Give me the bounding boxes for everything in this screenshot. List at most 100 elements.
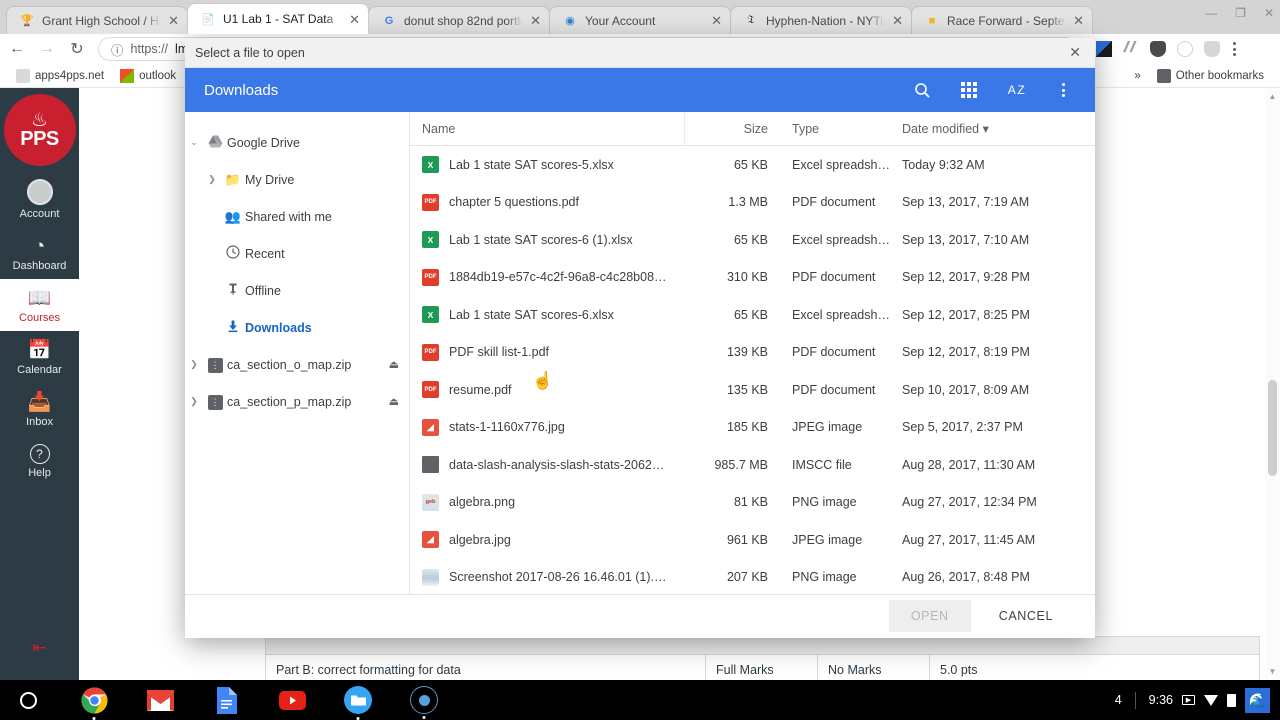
search-icon[interactable] — [912, 80, 932, 100]
column-header-size[interactable]: Size — [685, 112, 780, 146]
sidebar-item-calendar[interactable]: 📅 Calendar — [0, 331, 79, 383]
tree-item-recent[interactable]: Recent — [185, 235, 409, 272]
sidebar-item-account[interactable]: Account — [0, 170, 79, 227]
tree-item-ca-section-o[interactable]: ❯ ⋮ ca_section_o_map.zip ⏏ — [185, 346, 409, 383]
excel-file-icon: X — [422, 306, 439, 324]
tree-item-my-drive[interactable]: ❯ 📁 My Drive — [185, 161, 409, 198]
maximize-button[interactable]: ❐ — [1235, 6, 1246, 20]
cast-icon[interactable]: ▶ — [1182, 695, 1195, 705]
tree-item-ca-section-p[interactable]: ❯ ⋮ ca_section_p_map.zip ⏏ — [185, 383, 409, 420]
minimize-button[interactable]: — — [1205, 6, 1217, 20]
bookmark-apps4pps[interactable]: apps4pps.net — [8, 68, 112, 83]
scrollbar-thumb[interactable] — [1268, 380, 1277, 476]
browser-tab[interactable]: G donut shop 82nd portlan ✕ — [368, 6, 550, 34]
collapse-nav-button[interactable]: ⇤ — [32, 638, 46, 680]
battery-icon[interactable] — [1227, 693, 1236, 707]
tree-item-google-drive[interactable]: ⌄ Google Drive — [185, 124, 409, 161]
table-row[interactable]: PDF resume.pdf 135 KB PDF document Sep 10… — [410, 371, 1095, 409]
tree-item-offline[interactable]: Offline — [185, 272, 409, 309]
browser-tab-active[interactable]: 📄 U1 Lab 1 - SAT Data ✕ — [187, 3, 369, 34]
column-header-type[interactable]: Type — [780, 112, 890, 146]
scroll-down-arrow[interactable]: ▼ — [1265, 667, 1280, 676]
clock[interactable]: 9:36 — [1149, 693, 1173, 707]
table-row[interactable]: X Lab 1 state SAT scores-6.xlsx 65 KB Exc… — [410, 296, 1095, 334]
chevron-right-icon[interactable]: ❯ — [185, 396, 203, 407]
notification-count[interactable]: 4 — [1115, 693, 1122, 707]
launcher-button[interactable] — [14, 686, 42, 714]
file-date: Sep 12, 2017, 8:25 PM — [902, 307, 1030, 322]
chevron-right-icon[interactable]: ❯ — [203, 174, 221, 185]
files-icon[interactable] — [344, 686, 372, 720]
close-icon[interactable]: ✕ — [530, 14, 541, 27]
screen-capture-icon[interactable] — [410, 686, 438, 719]
tree-item-downloads[interactable]: Downloads — [185, 309, 409, 346]
table-row[interactable]: PDF chapter 5 questions.pdf 1.3 MB PDF do… — [410, 184, 1095, 222]
sidebar-item-dashboard[interactable]: ◔ Dashboard — [0, 227, 79, 279]
page-scrollbar[interactable]: ▲ ▼ — [1265, 88, 1280, 680]
eject-icon[interactable]: ⏏ — [389, 358, 399, 371]
back-icon[interactable]: ← — [8, 40, 26, 58]
scroll-up-arrow[interactable]: ▲ — [1265, 92, 1280, 101]
bookmark-outlook[interactable]: outlook — [112, 68, 184, 83]
shield-icon[interactable] — [1204, 41, 1220, 57]
sidebar-item-inbox[interactable]: 📥 Inbox — [0, 383, 79, 435]
close-icon[interactable]: ✕ — [1073, 14, 1084, 27]
jellyfish-avatar[interactable]: 🌊 — [1245, 687, 1270, 713]
table-row[interactable]: X Lab 1 state SAT scores-6 (1).xlsx 65 KB… — [410, 221, 1095, 259]
close-icon[interactable]: ✕ — [1065, 44, 1085, 61]
sort-az-icon[interactable]: A Z — [1006, 80, 1026, 100]
grid-view-icon[interactable] — [959, 80, 979, 100]
pocket-icon[interactable] — [1150, 41, 1166, 57]
file-name: Lab 1 state SAT scores-6.xlsx — [449, 307, 614, 322]
chrome-menu-icon[interactable] — [1233, 42, 1236, 56]
browser-tab[interactable]: 🏆 Grant High School / Hon ✕ — [6, 6, 188, 34]
wifi-icon[interactable] — [1204, 694, 1218, 706]
forward-icon[interactable]: → — [38, 40, 56, 58]
file-size: 310 KB — [726, 270, 768, 285]
browser-tab[interactable]: ◉ Your Account ✕ — [549, 6, 731, 34]
browser-tab[interactable]: 𝔗 Hyphen-Nation - NYTime ✕ — [730, 6, 912, 34]
table-row[interactable]: PDF 1884db19-e57c-4c2f-96a8-c4c28b087d… 3… — [410, 259, 1095, 297]
youtube-icon[interactable] — [278, 686, 306, 714]
reload-icon[interactable]: ↻ — [68, 39, 86, 59]
chevron-down-icon[interactable]: ⌄ — [185, 137, 203, 148]
table-row[interactable]: data-slash-analysis-slash-stats-2062m… 9… — [410, 446, 1095, 484]
book-icon: 📖 — [27, 288, 52, 309]
table-row[interactable]: ◢ algebra.jpg 961 KB JPEG image Aug 27, 2… — [410, 521, 1095, 559]
close-icon[interactable]: ✕ — [168, 14, 179, 27]
eject-icon[interactable]: ⏏ — [389, 395, 399, 408]
tree-item-shared-with-me[interactable]: 👥 Shared with me — [185, 198, 409, 235]
table-row[interactable]: ◢ stats-1-1160x776.jpg 185 KB JPEG image … — [410, 409, 1095, 447]
close-icon[interactable]: ✕ — [349, 13, 360, 26]
open-button[interactable]: OPEN — [888, 600, 971, 632]
system-tray[interactable]: 4 9:36 ▶ 🌊 — [1115, 687, 1280, 713]
cancel-button[interactable]: CANCEL — [977, 600, 1075, 632]
chevron-right-icon[interactable]: ❯ — [185, 359, 203, 370]
close-icon[interactable]: ✕ — [711, 14, 722, 27]
close-icon[interactable]: ✕ — [892, 14, 903, 27]
bookmarks-overflow[interactable]: » — [1126, 70, 1148, 82]
site-icon — [16, 68, 30, 83]
table-row[interactable]: geb algebra.png 81 KB PNG image Aug 27, 2… — [410, 484, 1095, 522]
help-icon[interactable] — [1177, 41, 1193, 57]
more-options-icon[interactable] — [1053, 80, 1073, 100]
extension-blue-icon[interactable] — [1096, 41, 1112, 57]
sidebar-item-courses[interactable]: 📖 Courses — [0, 279, 79, 331]
file-date: Aug 27, 2017, 12:34 PM — [902, 495, 1037, 510]
column-header-name[interactable]: Name — [410, 111, 685, 146]
table-row[interactable]: Screenshot 2017-08-26 16.46.01 (1).png 2… — [410, 559, 1095, 595]
browser-tab[interactable]: ■ Race Forward - Septemb ✕ — [911, 6, 1093, 34]
column-header-date-modified[interactable]: Date modified ▾ — [890, 112, 1095, 146]
gmail-icon[interactable] — [146, 686, 174, 714]
docs-icon[interactable] — [212, 686, 240, 714]
pps-logo[interactable]: ♨ PPS — [3, 94, 76, 166]
extension-motion-icon[interactable] — [1123, 41, 1137, 53]
table-row[interactable]: PDF PDF skill list-1.pdf 139 KB PDF docum… — [410, 334, 1095, 372]
close-window-button[interactable]: ✕ — [1264, 6, 1274, 20]
chrome-icon[interactable] — [80, 686, 108, 720]
other-bookmarks-folder[interactable]: Other bookmarks — [1149, 68, 1272, 83]
square-icon: ■ — [928, 14, 936, 27]
generic-file-icon — [422, 456, 439, 474]
table-row[interactable]: X Lab 1 state SAT scores-5.xlsx 65 KB Exc… — [410, 146, 1095, 184]
sidebar-item-help[interactable]: ? Help — [0, 435, 79, 486]
